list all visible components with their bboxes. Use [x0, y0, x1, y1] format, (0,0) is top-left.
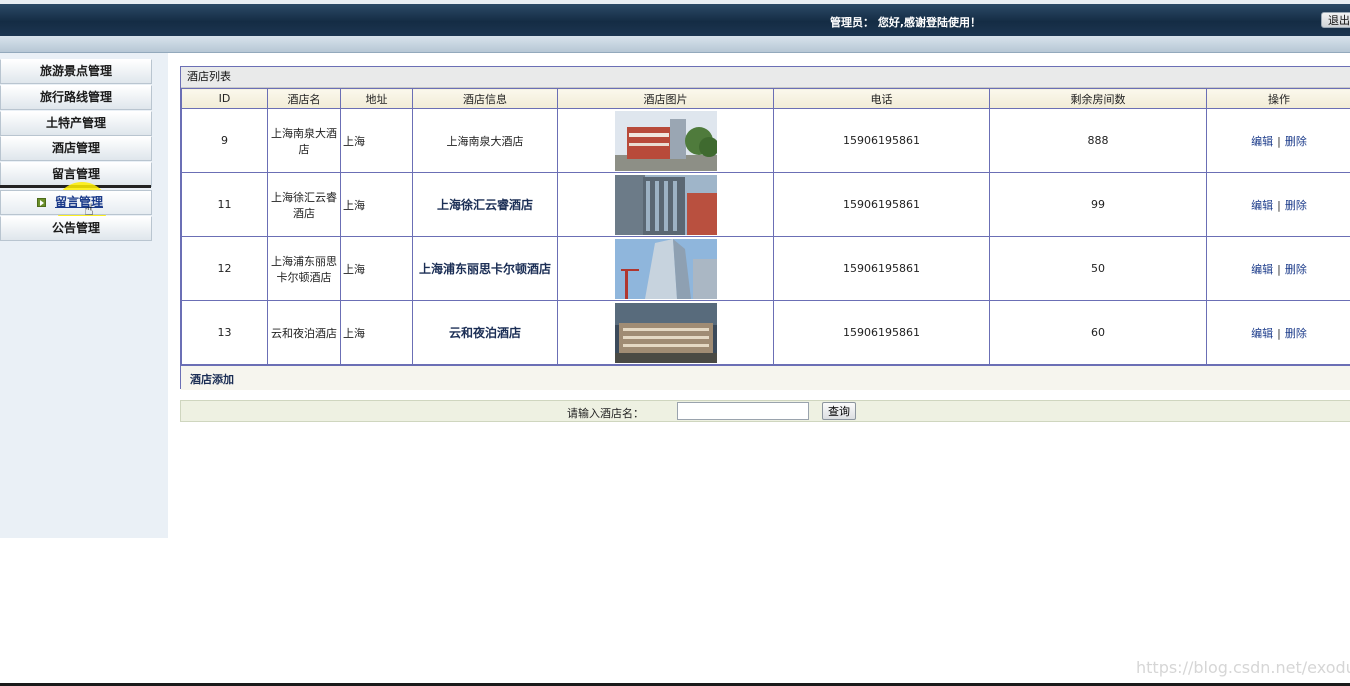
cell-rooms: 888 — [989, 108, 1207, 173]
edit-link[interactable]: 编辑 — [1251, 263, 1273, 276]
cell-id: 11 — [181, 172, 268, 237]
panel-title: 酒店列表 — [181, 67, 1350, 88]
sidebar-item-scenic[interactable]: 旅游景点管理 — [0, 59, 152, 84]
hotel-photo — [614, 238, 717, 299]
watermark: https://blog.csdn.net/exodus3 — [1136, 658, 1350, 677]
table-row: 13 云和夜泊酒店 上海 云和夜泊酒店 15906195861 60 编辑 | … — [181, 300, 1350, 365]
cell-address: 上海 — [340, 108, 413, 173]
cell-phone: 15906195861 — [773, 300, 990, 365]
cell-actions: 编辑 | 删除 — [1206, 172, 1350, 237]
cell-name: 上海南泉大酒店 — [267, 108, 341, 173]
table-row: 11 上海徐汇云睿酒店 上海 上海徐汇云睿酒店 15906195861 99 编… — [181, 172, 1350, 237]
cell-actions: 编辑 | 删除 — [1206, 300, 1350, 365]
cell-address: 上海 — [340, 300, 413, 365]
col-header-actions: 操作 — [1206, 88, 1350, 109]
welcome-text: 管理员： 您好,感谢登陆使用！ — [830, 16, 982, 29]
cell-id: 12 — [181, 236, 268, 301]
search-bar: 请输入酒店名： 查询 — [180, 400, 1350, 422]
edit-link[interactable]: 编辑 — [1251, 327, 1273, 340]
action-separator: | — [1277, 326, 1281, 340]
action-separator: | — [1277, 198, 1281, 212]
hotel-photo — [614, 302, 717, 363]
cell-image — [557, 172, 774, 237]
cell-actions: 编辑 | 删除 — [1206, 108, 1350, 173]
cell-address: 上海 — [340, 236, 413, 301]
cell-name: 上海浦东丽思卡尔顿酒店 — [267, 236, 341, 301]
delete-link[interactable]: 删除 — [1285, 199, 1307, 212]
sidebar-item-specialties[interactable]: 土特产管理 — [0, 111, 152, 136]
cell-rooms: 60 — [989, 300, 1207, 365]
cell-info: 上海徐汇云睿酒店 — [412, 172, 558, 237]
hotel-photo — [614, 174, 717, 235]
panel-footer: 酒店添加 — [181, 365, 1350, 390]
cell-phone: 15906195861 — [773, 236, 990, 301]
cell-id: 9 — [181, 108, 268, 173]
hotel-name-search-input[interactable] — [677, 402, 809, 420]
search-button[interactable]: 查询 — [822, 402, 856, 420]
cell-info: 上海浦东丽思卡尔顿酒店 — [412, 236, 558, 301]
table-row: 12 上海浦东丽思卡尔顿酒店 上海 上海浦东丽思卡尔顿酒店 1590619586… — [181, 236, 1350, 301]
sidebar-item-routes[interactable]: 旅行路线管理 — [0, 85, 152, 110]
cell-name: 云和夜泊酒店 — [267, 300, 341, 365]
col-header-phone: 电话 — [773, 88, 990, 109]
action-separator: | — [1277, 134, 1281, 148]
delete-link[interactable]: 删除 — [1285, 263, 1307, 276]
arrow-bullet-icon — [37, 198, 46, 207]
table-row: 9 上海南泉大酒店 上海 上海南泉大酒店 15906195861 888 编辑 … — [181, 108, 1350, 173]
hotel-photo — [614, 110, 717, 171]
submenu-item-messages[interactable]: 留言管理 — [0, 190, 152, 215]
edit-link[interactable]: 编辑 — [1251, 199, 1273, 212]
col-header-info: 酒店信息 — [412, 88, 558, 109]
sidebar-item-announcements[interactable]: 公告管理 — [0, 216, 152, 241]
cell-rooms: 50 — [989, 236, 1207, 301]
cell-info: 云和夜泊酒店 — [412, 300, 558, 365]
cell-phone: 15906195861 — [773, 172, 990, 237]
cell-id: 13 — [181, 300, 268, 365]
col-header-image: 酒店图片 — [557, 88, 774, 109]
submenu-item-label[interactable]: 留言管理 — [55, 191, 103, 214]
hotel-list-panel: 酒店列表 ID 酒店名 地址 酒店信息 酒店图片 电话 剩余房间数 操作 9 上… — [180, 66, 1350, 390]
col-header-rooms: 剩余房间数 — [989, 88, 1207, 109]
cell-address: 上海 — [340, 172, 413, 237]
sub-header-bar — [0, 36, 1350, 53]
cell-image — [557, 236, 774, 301]
action-separator: | — [1277, 262, 1281, 276]
cell-actions: 编辑 | 删除 — [1206, 236, 1350, 301]
cell-image — [557, 108, 774, 173]
cell-info: 上海南泉大酒店 — [412, 108, 558, 173]
logout-button[interactable]: 退出 — [1321, 12, 1350, 28]
cell-image — [557, 300, 774, 365]
hand-cursor-icon: ☝ — [84, 200, 94, 219]
cell-phone: 15906195861 — [773, 108, 990, 173]
col-header-id: ID — [181, 88, 268, 109]
delete-link[interactable]: 删除 — [1285, 327, 1307, 340]
search-label: 请输入酒店名： — [567, 407, 644, 420]
cell-name: 上海徐汇云睿酒店 — [267, 172, 341, 237]
sidebar: 旅游景点管理 旅行路线管理 土特产管理 酒店管理 留言管理 — [0, 53, 168, 538]
sidebar-item-hotels[interactable]: 酒店管理 — [0, 136, 152, 161]
hotel-table: ID 酒店名 地址 酒店信息 酒店图片 电话 剩余房间数 操作 9 上海南泉大酒… — [181, 88, 1350, 365]
table-header-row: ID 酒店名 地址 酒店信息 酒店图片 电话 剩余房间数 操作 — [181, 88, 1350, 109]
app-header: 管理员： 您好,感谢登陆使用！ 退出 — [0, 4, 1350, 36]
col-header-address: 地址 — [340, 88, 413, 109]
delete-link[interactable]: 删除 — [1285, 135, 1307, 148]
add-hotel-link[interactable]: 酒店添加 — [190, 371, 234, 387]
col-header-name: 酒店名 — [267, 88, 341, 109]
cell-rooms: 99 — [989, 172, 1207, 237]
edit-link[interactable]: 编辑 — [1251, 135, 1273, 148]
